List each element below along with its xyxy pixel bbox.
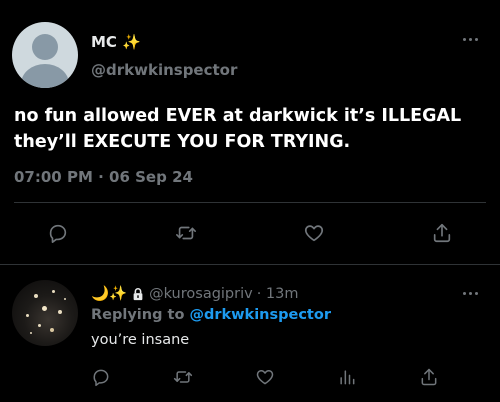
share-icon-svg bbox=[421, 368, 437, 386]
author-name-text: MC bbox=[91, 33, 117, 51]
replying-mention-link[interactable]: @drkwkinspector bbox=[189, 307, 331, 323]
avatar-head-shape bbox=[32, 34, 58, 60]
retweet-icon[interactable] bbox=[173, 220, 199, 246]
reply-reply-icon[interactable] bbox=[90, 366, 112, 388]
reply-handle[interactable]: @kurosagipriv bbox=[149, 286, 253, 302]
avatar-body-shape bbox=[21, 64, 69, 88]
reply-like-icon[interactable] bbox=[254, 366, 276, 388]
replying-prefix: Replying to bbox=[91, 307, 185, 323]
retweet-icon-svg bbox=[173, 371, 193, 383]
reply-share-icon[interactable] bbox=[418, 366, 440, 388]
reply-icon-svg bbox=[93, 369, 109, 387]
replying-to-line: Replying to @drkwkinspector bbox=[91, 307, 331, 323]
reply-author-avatar[interactable] bbox=[12, 280, 78, 346]
divider bbox=[14, 202, 486, 203]
reply-author-row[interactable]: 🌙✨ @kurosagipriv · 13m bbox=[91, 285, 299, 303]
reply-icon[interactable] bbox=[45, 220, 71, 246]
heart-icon-svg bbox=[304, 225, 324, 242]
reply-author-name: 🌙✨ bbox=[91, 286, 128, 302]
reply-time[interactable]: · 13m bbox=[257, 286, 299, 302]
analytics-icon-svg bbox=[340, 370, 355, 385]
reply-text: you’re insane bbox=[91, 332, 190, 348]
reply-retweet-icon[interactable] bbox=[172, 366, 194, 388]
tweet-timestamp[interactable]: 07:00 PM · 06 Sep 24 bbox=[14, 168, 193, 186]
author-avatar[interactable] bbox=[12, 22, 78, 88]
like-icon[interactable] bbox=[301, 220, 327, 246]
views-icon[interactable] bbox=[336, 366, 358, 388]
lock-icon bbox=[133, 287, 143, 300]
reply-icon-svg bbox=[49, 224, 67, 243]
tweet-text: no fun allowed EVER at darkwick it’s ILL… bbox=[14, 106, 462, 152]
retweet-icon-svg bbox=[176, 226, 196, 240]
section-divider bbox=[0, 264, 500, 265]
author-display-name[interactable]: MC ✨ bbox=[91, 33, 141, 51]
heart-icon-svg bbox=[256, 370, 274, 385]
sparkles-emoji: ✨ bbox=[122, 33, 141, 51]
share-icon[interactable] bbox=[429, 220, 455, 246]
more-options-icon[interactable] bbox=[463, 38, 478, 41]
reply-more-options-icon[interactable] bbox=[463, 292, 478, 295]
author-handle[interactable]: @drkwkinspector bbox=[91, 61, 237, 79]
share-icon-svg bbox=[433, 223, 451, 243]
